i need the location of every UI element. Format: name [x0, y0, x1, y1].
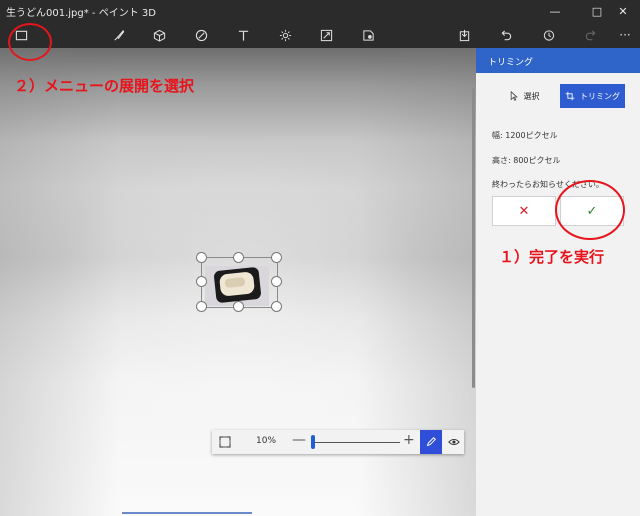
redo-button[interactable]	[579, 25, 601, 45]
crop-handle-left[interactable]	[196, 276, 207, 287]
maximize-glyph: □	[591, 4, 603, 18]
canvas-button[interactable]	[315, 25, 337, 45]
vertical-scrollbar[interactable]	[472, 88, 475, 388]
annotation-done-step: １）完了を実行	[499, 248, 605, 266]
view-3d-button[interactable]	[444, 430, 464, 454]
zoom-slider-track[interactable]	[312, 442, 400, 443]
brush-tool-button[interactable]	[107, 25, 129, 45]
eye-icon	[448, 438, 460, 446]
crop-handle-bottom[interactable]	[233, 301, 244, 312]
pen-mode-button[interactable]	[420, 430, 442, 454]
paste-icon	[459, 29, 469, 41]
crop-icon	[565, 91, 575, 101]
3d-shapes-button[interactable]	[148, 25, 170, 45]
zoom-value: 10%	[256, 436, 277, 446]
more-icon: ···	[619, 28, 631, 42]
width-readout: 幅: 1200ピクセル	[492, 131, 558, 140]
tab-select-label: 選択	[523, 91, 540, 101]
canvas-icon	[320, 29, 332, 41]
height-readout: 高さ: 800ピクセル	[492, 156, 561, 165]
cancel-crop-button[interactable]: ✕	[492, 196, 556, 226]
fit-to-screen-icon[interactable]	[218, 435, 232, 449]
redo-icon	[585, 29, 595, 40]
zoom-in-button[interactable]: +	[403, 432, 415, 448]
title-bar: 生うどん001.jpg* - ペイント 3D — □ ✕	[0, 0, 640, 22]
main-toolbar: ···	[0, 22, 640, 48]
more-button[interactable]: ···	[614, 25, 636, 45]
crop-handle-top-right[interactable]	[271, 252, 282, 263]
annotation-menu-step: ２）メニューの展開を選択	[14, 77, 195, 95]
window-title: 生うどん001.jpg* - ペイント 3D	[6, 8, 156, 19]
3d-library-icon	[362, 29, 374, 41]
tab-crop-label: トリミング	[580, 91, 620, 101]
cursor-icon	[510, 91, 518, 101]
undo-icon	[501, 29, 511, 40]
stickers-icon	[195, 29, 207, 41]
cancel-icon: ✕	[518, 203, 530, 219]
crop-handle-top-left[interactable]	[196, 252, 207, 263]
3d-library-button[interactable]	[357, 25, 379, 45]
panel-header: トリミング	[476, 48, 640, 73]
crop-handle-bottom-left[interactable]	[196, 301, 207, 312]
stickers-button[interactable]	[190, 25, 212, 45]
minimize-glyph: —	[549, 4, 561, 18]
minimize-button[interactable]: —	[538, 0, 572, 22]
effects-icon	[279, 29, 291, 41]
pen-icon	[426, 436, 437, 447]
annotation-circle-menu	[8, 23, 52, 61]
3d-shapes-icon	[153, 29, 165, 42]
paste-button[interactable]	[453, 25, 475, 45]
tab-crop[interactable]: トリミング	[560, 84, 625, 108]
text-icon	[238, 30, 248, 41]
history-button[interactable]	[537, 25, 559, 45]
effects-button[interactable]	[274, 25, 296, 45]
close-window-button[interactable]: ✕	[606, 0, 640, 22]
annotation-circle-confirm	[555, 180, 625, 240]
zoom-bar: 10% — +	[212, 430, 464, 454]
crop-handle-right[interactable]	[271, 276, 282, 287]
canvas-area[interactable]: ２）メニューの展開を選択 10% — +	[0, 48, 476, 516]
undo-button[interactable]	[495, 25, 517, 45]
history-icon	[543, 29, 554, 41]
crop-panel: トリミング 選択 トリミング 幅: 1200ピクセル 高さ: 800ピクセル 終…	[476, 48, 640, 516]
close-glyph: ✕	[618, 4, 628, 18]
horizontal-scrollbar[interactable]	[122, 512, 252, 514]
crop-handle-top[interactable]	[233, 252, 244, 263]
tab-select[interactable]: 選択	[490, 84, 558, 108]
crop-handle-bottom-right[interactable]	[271, 301, 282, 312]
panel-title: トリミング	[488, 58, 534, 68]
brush-icon	[113, 29, 124, 41]
zoom-out-button[interactable]: —	[292, 432, 306, 448]
zoom-slider-thumb[interactable]	[311, 435, 315, 449]
text-tool-button[interactable]	[232, 25, 254, 45]
